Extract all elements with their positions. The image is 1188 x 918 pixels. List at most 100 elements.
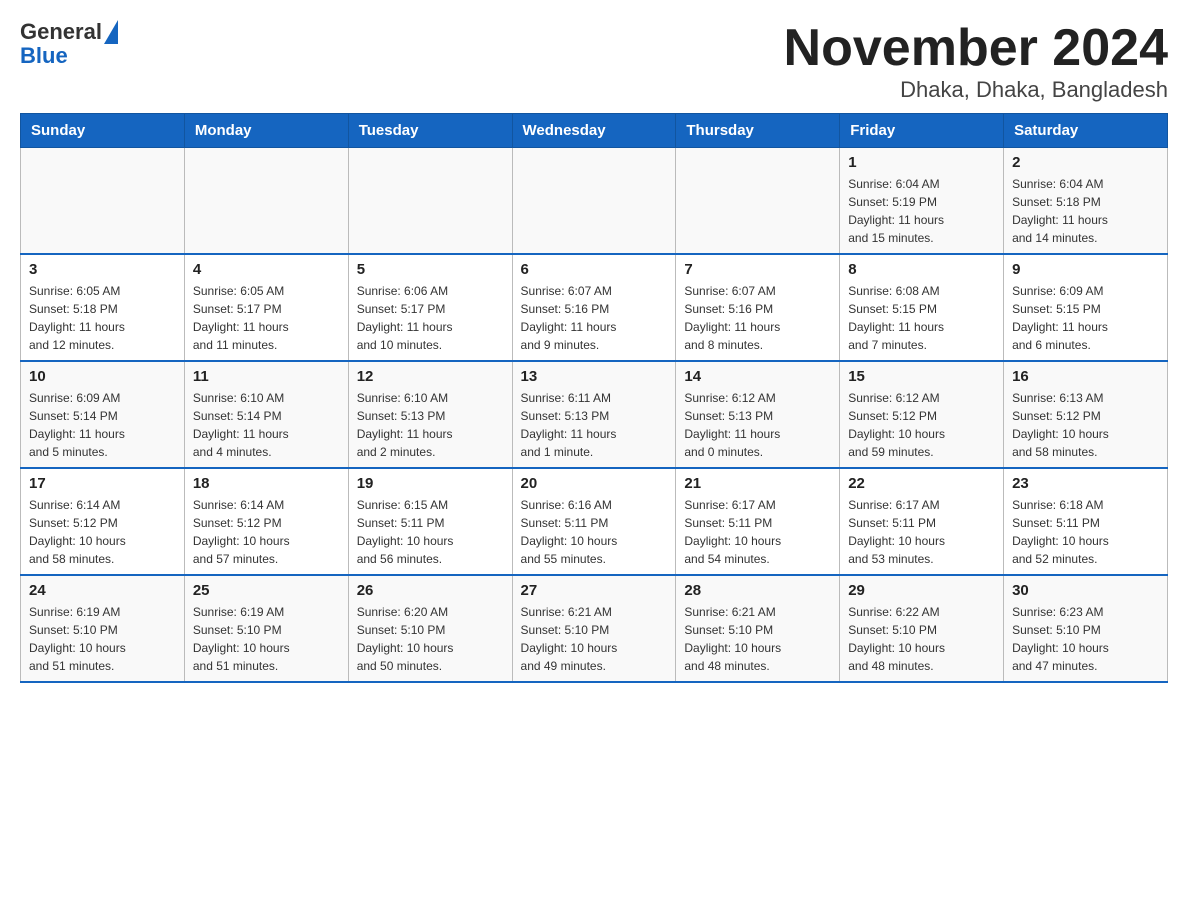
day-number: 29 [848,582,995,599]
day-number: 9 [1012,261,1159,278]
calendar-cell: 17Sunrise: 6:14 AMSunset: 5:12 PMDayligh… [21,468,185,575]
day-number: 28 [684,582,831,599]
calendar-cell: 4Sunrise: 6:05 AMSunset: 5:17 PMDaylight… [184,254,348,361]
day-info: Sunrise: 6:13 AMSunset: 5:12 PMDaylight:… [1012,389,1159,461]
day-info: Sunrise: 6:09 AMSunset: 5:14 PMDaylight:… [29,389,176,461]
day-info: Sunrise: 6:04 AMSunset: 5:19 PMDaylight:… [848,175,995,247]
calendar-cell [676,148,840,255]
day-info: Sunrise: 6:16 AMSunset: 5:11 PMDaylight:… [521,496,668,568]
calendar-cell [348,148,512,255]
calendar-cell: 21 Sunrise: 6:17 AMSunset: 5:11 PMDayligh… [676,468,840,575]
calendar-cell: 18 Sunrise: 6:14 AMSunset: 5:12 PMDayligh… [184,468,348,575]
day-number: 18 [193,475,340,492]
day-info: Sunrise: 6:06 AMSunset: 5:17 PMDaylight:… [357,282,504,354]
calendar-cell [512,148,676,255]
calendar-cell: 8 Sunrise: 6:08 AMSunset: 5:15 PMDaylight… [840,254,1004,361]
day-number: 4 [193,261,340,278]
weekday-header-friday: Friday [840,114,1004,148]
calendar-cell: 22 Sunrise: 6:17 AMSunset: 5:11 PMDayligh… [840,468,1004,575]
calendar-cell: 30 Sunrise: 6:23 AMSunset: 5:10 PMDayligh… [1004,575,1168,682]
calendar-week-row: 10Sunrise: 6:09 AMSunset: 5:14 PMDayligh… [21,361,1168,468]
calendar-cell [184,148,348,255]
day-number: 23 [1012,475,1159,492]
day-number: 17 [29,475,176,492]
calendar-cell: 10Sunrise: 6:09 AMSunset: 5:14 PMDayligh… [21,361,185,468]
day-info: Sunrise: 6:14 AMSunset: 5:12 PMDaylight:… [193,496,340,568]
weekday-header-monday: Monday [184,114,348,148]
logo-general-text: General [20,20,102,44]
day-number: 25 [193,582,340,599]
day-info: Sunrise: 6:07 AMSunset: 5:16 PMDaylight:… [684,282,831,354]
day-number: 26 [357,582,504,599]
day-number: 24 [29,582,176,599]
weekday-header-sunday: Sunday [21,114,185,148]
calendar-cell: 29 Sunrise: 6:22 AMSunset: 5:10 PMDayligh… [840,575,1004,682]
day-number: 2 [1012,154,1159,171]
day-info: Sunrise: 6:09 AMSunset: 5:15 PMDaylight:… [1012,282,1159,354]
weekday-header-tuesday: Tuesday [348,114,512,148]
day-number: 13 [521,368,668,385]
day-info: Sunrise: 6:17 AMSunset: 5:11 PMDaylight:… [848,496,995,568]
calendar-cell: 15Sunrise: 6:12 AMSunset: 5:12 PMDayligh… [840,361,1004,468]
day-info: Sunrise: 6:23 AMSunset: 5:10 PMDaylight:… [1012,603,1159,675]
calendar-cell: 24 Sunrise: 6:19 AMSunset: 5:10 PMDayligh… [21,575,185,682]
calendar-cell: 14 Sunrise: 6:12 AMSunset: 5:13 PMDayligh… [676,361,840,468]
day-info: Sunrise: 6:15 AMSunset: 5:11 PMDaylight:… [357,496,504,568]
day-info: Sunrise: 6:19 AMSunset: 5:10 PMDaylight:… [29,603,176,675]
weekday-header-wednesday: Wednesday [512,114,676,148]
day-info: Sunrise: 6:12 AMSunset: 5:13 PMDaylight:… [684,389,831,461]
calendar-cell: 25Sunrise: 6:19 AMSunset: 5:10 PMDayligh… [184,575,348,682]
day-number: 27 [521,582,668,599]
calendar-title: November 2024 [784,20,1168,77]
day-number: 8 [848,261,995,278]
calendar-cell: 7 Sunrise: 6:07 AMSunset: 5:16 PMDaylight… [676,254,840,361]
day-number: 19 [357,475,504,492]
calendar-cell: 5Sunrise: 6:06 AMSunset: 5:17 PMDaylight… [348,254,512,361]
calendar-cell: 11 Sunrise: 6:10 AMSunset: 5:14 PMDayligh… [184,361,348,468]
calendar-cell: 3Sunrise: 6:05 AMSunset: 5:18 PMDaylight… [21,254,185,361]
day-info: Sunrise: 6:08 AMSunset: 5:15 PMDaylight:… [848,282,995,354]
day-number: 22 [848,475,995,492]
day-info: Sunrise: 6:10 AMSunset: 5:13 PMDaylight:… [357,389,504,461]
calendar-cell: 27 Sunrise: 6:21 AMSunset: 5:10 PMDayligh… [512,575,676,682]
logo: General Blue [20,20,118,68]
day-info: Sunrise: 6:17 AMSunset: 5:11 PMDaylight:… [684,496,831,568]
calendar-cell: 1 Sunrise: 6:04 AMSunset: 5:19 PMDaylight… [840,148,1004,255]
day-number: 7 [684,261,831,278]
day-number: 11 [193,368,340,385]
day-info: Sunrise: 6:12 AMSunset: 5:12 PMDaylight:… [848,389,995,461]
day-number: 3 [29,261,176,278]
logo-triangle-icon [104,20,118,44]
calendar-cell: 16 Sunrise: 6:13 AMSunset: 5:12 PMDayligh… [1004,361,1168,468]
calendar-table: SundayMondayTuesdayWednesdayThursdayFrid… [20,113,1168,683]
day-info: Sunrise: 6:10 AMSunset: 5:14 PMDaylight:… [193,389,340,461]
calendar-cell: 20 Sunrise: 6:16 AMSunset: 5:11 PMDayligh… [512,468,676,575]
day-info: Sunrise: 6:21 AMSunset: 5:10 PMDaylight:… [684,603,831,675]
calendar-cell: 13 Sunrise: 6:11 AMSunset: 5:13 PMDayligh… [512,361,676,468]
calendar-cell: 6 Sunrise: 6:07 AMSunset: 5:16 PMDaylight… [512,254,676,361]
day-number: 1 [848,154,995,171]
day-number: 16 [1012,368,1159,385]
day-number: 14 [684,368,831,385]
day-info: Sunrise: 6:04 AMSunset: 5:18 PMDaylight:… [1012,175,1159,247]
calendar-cell: 2 Sunrise: 6:04 AMSunset: 5:18 PMDaylight… [1004,148,1168,255]
calendar-subtitle: Dhaka, Dhaka, Bangladesh [784,77,1168,103]
calendar-week-row: 3Sunrise: 6:05 AMSunset: 5:18 PMDaylight… [21,254,1168,361]
day-info: Sunrise: 6:07 AMSunset: 5:16 PMDaylight:… [521,282,668,354]
calendar-cell: 28 Sunrise: 6:21 AMSunset: 5:10 PMDayligh… [676,575,840,682]
day-info: Sunrise: 6:18 AMSunset: 5:11 PMDaylight:… [1012,496,1159,568]
calendar-cell: 26 Sunrise: 6:20 AMSunset: 5:10 PMDayligh… [348,575,512,682]
weekday-header-thursday: Thursday [676,114,840,148]
day-info: Sunrise: 6:22 AMSunset: 5:10 PMDaylight:… [848,603,995,675]
day-number: 21 [684,475,831,492]
day-info: Sunrise: 6:11 AMSunset: 5:13 PMDaylight:… [521,389,668,461]
day-info: Sunrise: 6:21 AMSunset: 5:10 PMDaylight:… [521,603,668,675]
day-info: Sunrise: 6:20 AMSunset: 5:10 PMDaylight:… [357,603,504,675]
calendar-week-row: 24 Sunrise: 6:19 AMSunset: 5:10 PMDayligh… [21,575,1168,682]
day-number: 6 [521,261,668,278]
calendar-week-row: 1 Sunrise: 6:04 AMSunset: 5:19 PMDaylight… [21,148,1168,255]
day-number: 30 [1012,582,1159,599]
day-number: 20 [521,475,668,492]
day-number: 12 [357,368,504,385]
title-block: November 2024 Dhaka, Dhaka, Bangladesh [784,20,1168,103]
